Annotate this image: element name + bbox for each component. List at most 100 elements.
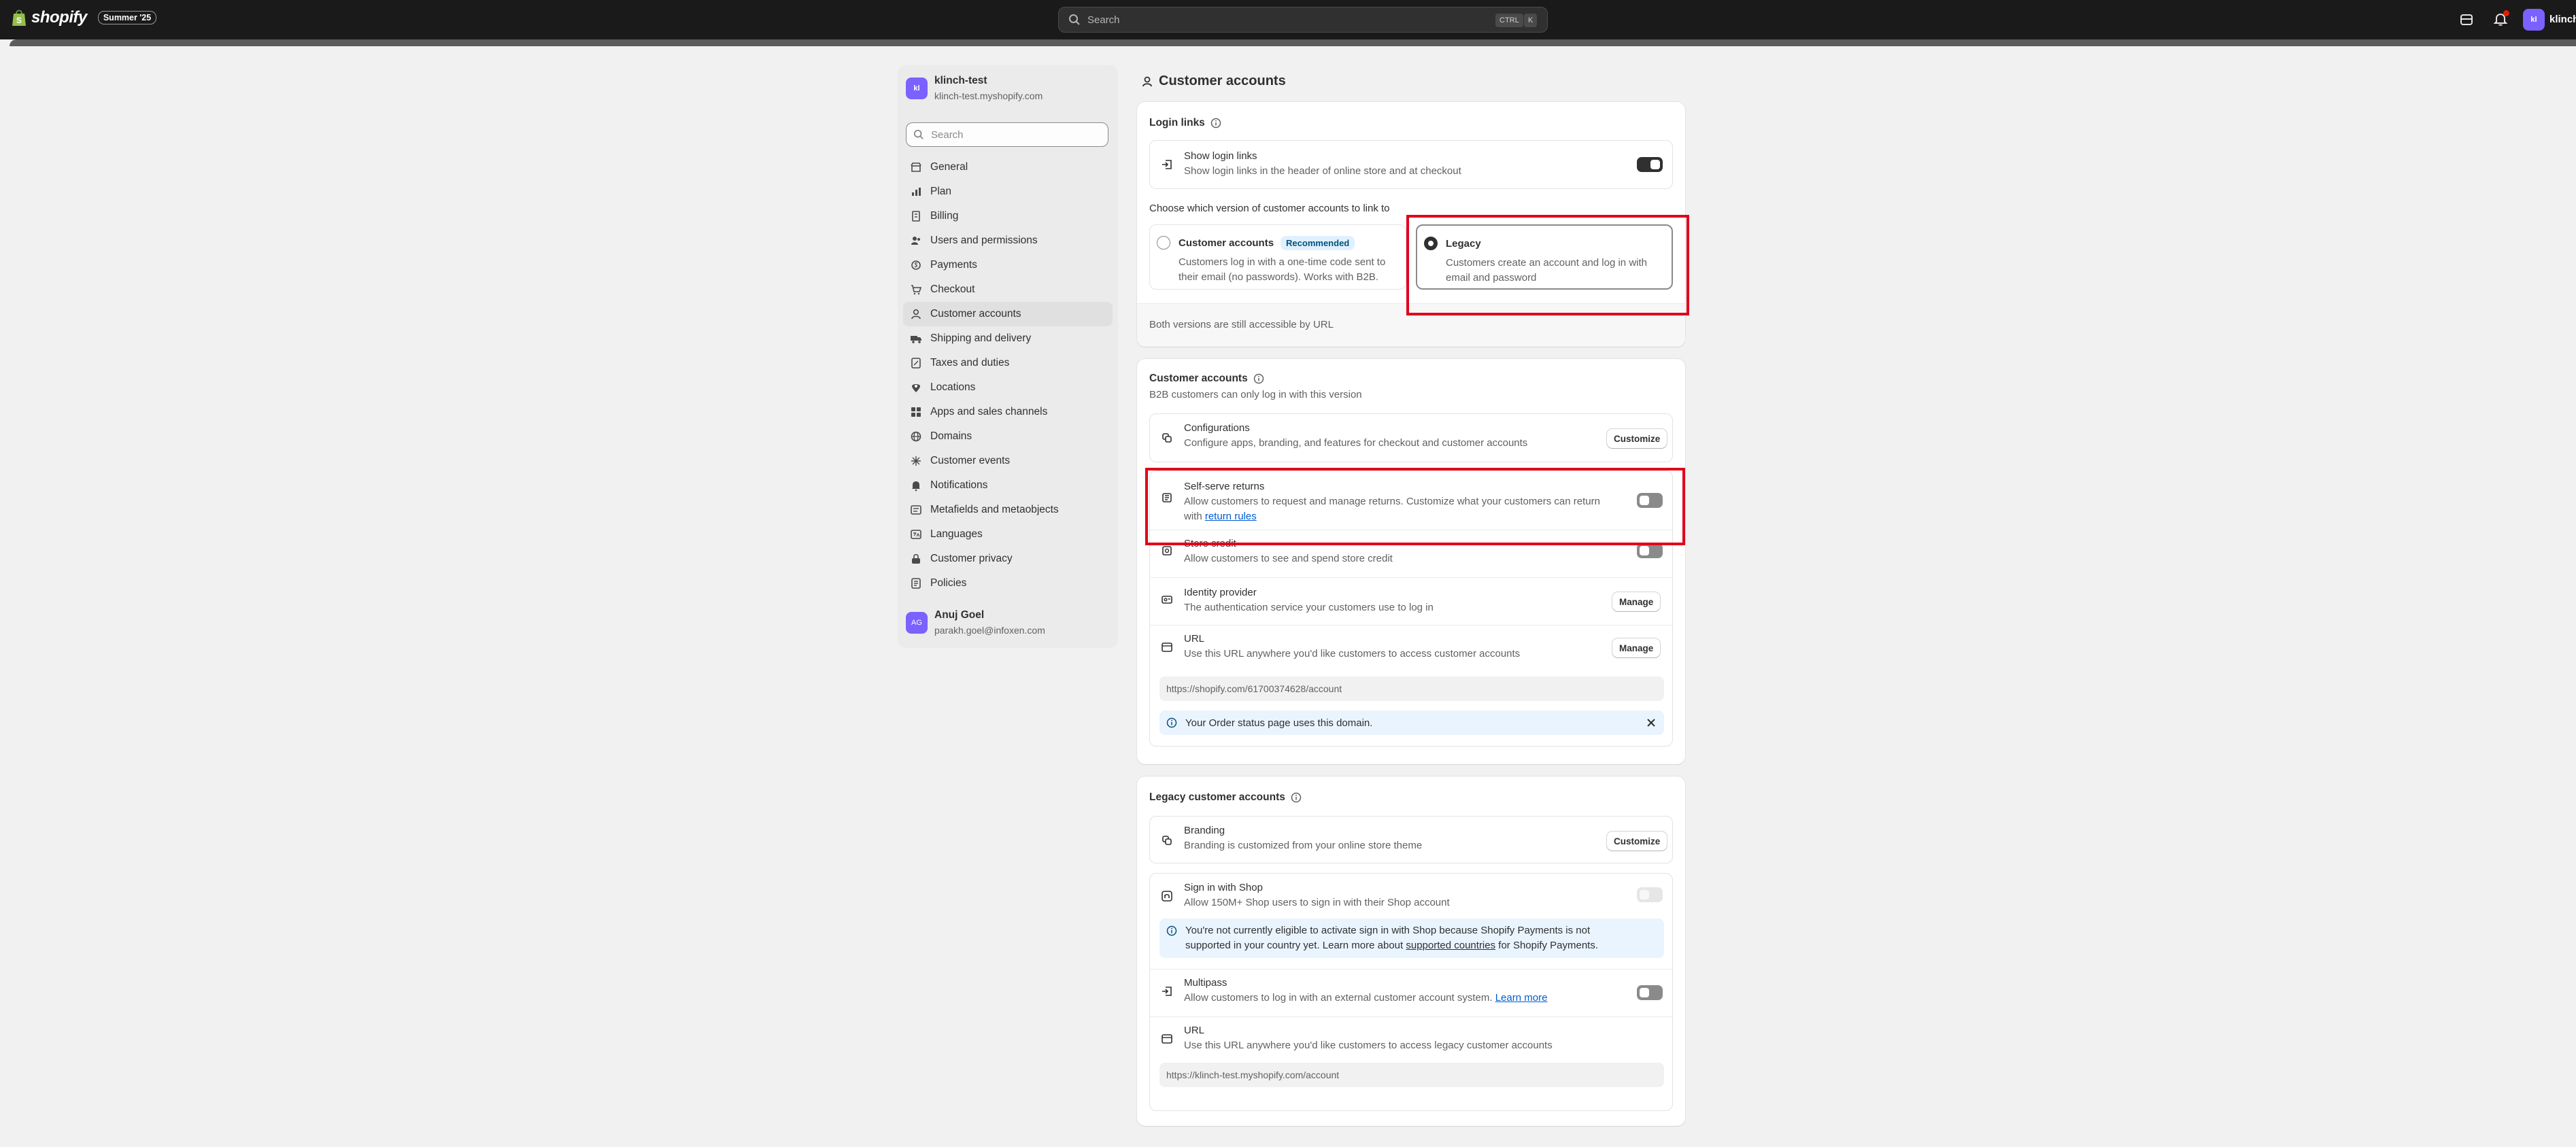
multipass-toggle[interactable] [1637,985,1663,1000]
url-desc: Use this URL anywhere you'd like custome… [1184,648,1521,660]
policy-icon [911,578,921,589]
account-url-field[interactable]: https://shopify.com/61700374628/account [1159,677,1664,701]
sidebar-item-label: Domains [930,430,972,442]
sidebar-item-customer-events[interactable]: Customer events [903,449,1113,473]
configurations-desc: Configure apps, branding, and features f… [1184,437,1528,449]
supported-countries-link[interactable]: supported countries [1406,940,1495,951]
edition-badge[interactable]: Summer '25 [97,11,157,24]
sidebar-item-label: General [930,161,968,173]
multipass-row: Multipass Allow customers to log in with… [1150,969,1674,1016]
location-icon [912,384,920,392]
search-icon [913,129,923,139]
sidebar-item-label: Plan [930,186,952,197]
store-avatar[interactable]: kl [2523,9,2545,31]
login-icon [1162,987,1172,996]
sidebar-item-label: Customer accounts [930,308,1021,320]
sidebar-item-customer-accounts[interactable]: Customer accounts [903,302,1113,326]
idp-title: Identity provider [1184,587,1257,598]
sidebar-item-label: Customer events [930,455,1011,466]
learn-more-link[interactable]: Learn more [1495,992,1548,1004]
customize-branding-button[interactable]: Customize [1607,832,1667,851]
user-avatar: AG [906,611,928,634]
sidebar-item-general[interactable]: General [903,155,1113,179]
sidebar-item-payments[interactable]: Payments [903,253,1113,277]
settings-search-input[interactable]: Search [906,122,1108,147]
globe-icon [911,431,921,442]
sidebar-item-taxes-and-duties[interactable]: Taxes and duties [903,351,1113,375]
page-title-text: Customer accounts [1159,73,1286,88]
tax-icon [911,358,921,369]
global-search-input[interactable]: Search CTRL K [1058,7,1548,33]
info-icon[interactable] [1253,373,1264,384]
manage-idp-button[interactable]: Manage [1612,592,1661,611]
option-new-desc-1: Customers log in with a one-time code se… [1179,256,1386,268]
customer-accounts-radio[interactable] [1157,236,1170,250]
user-profile[interactable]: AG Anuj Goel parakh.goel@infoxen.com [906,609,1045,636]
shopify-bag-icon: S [12,10,26,26]
close-icon[interactable] [1646,718,1656,727]
store-name[interactable]: klinch [2549,14,2576,25]
storefront-icon[interactable] [2459,12,2474,27]
legacy-url-desc: Use this URL anywhere you'd like custome… [1184,1040,1553,1051]
highlight-self-serve-returns [1145,468,1685,545]
customer-accounts-heading: Customer accounts [1149,373,1264,385]
option-new-title: Customer accounts [1179,237,1274,249]
show-login-links-row: Show login links Show login links in the… [1149,140,1673,189]
sidebar-item-customer-privacy[interactable]: Customer privacy [903,547,1113,571]
user-email: parakh.goel@infoxen.com [934,625,1045,636]
info-icon[interactable] [1210,118,1221,129]
sidebar-item-notifications[interactable]: Notifications [903,473,1113,498]
info-icon[interactable] [1291,792,1302,803]
credit-desc: Allow customers to see and spend store c… [1184,553,1393,564]
legacy-heading: Legacy customer accounts [1149,791,1302,804]
legacy-accounts-card: Legacy customer accounts Branding Brandi… [1137,776,1685,1126]
option-new-desc-2: their email (no passwords). Works with B… [1179,271,1378,283]
store-credit-toggle[interactable] [1637,543,1663,558]
option-customer-accounts[interactable]: Customer accounts Recommended Customers l… [1149,224,1406,290]
info-icon [1166,925,1177,936]
sign-in-with-shop-toggle[interactable] [1637,887,1663,902]
shop-banner-suffix: for Shopify Payments. [1495,940,1599,951]
search-placeholder: Search [1087,14,1120,26]
legacy-url-field[interactable]: https://klinch-test.myshopify.com/accoun… [1159,1063,1664,1087]
window-icon [1162,1034,1172,1044]
shop-icon [1162,891,1172,902]
sidebar-item-billing[interactable]: Billing [903,204,1113,228]
option-new-heading: Customer accounts Recommended [1179,236,1355,250]
sidebar-item-shipping-and-delivery[interactable]: Shipping and delivery [903,326,1113,351]
order-status-banner: Your Order status page uses this domain. [1159,711,1664,735]
events-icon [911,456,921,466]
sidebar-item-label: Metafields and metaobjects [930,504,1059,515]
choose-version-text: Choose which version of customer account… [1149,203,1390,214]
sidebar-item-checkout[interactable]: Checkout [903,277,1113,302]
manage-url-button[interactable]: Manage [1612,638,1661,657]
settings-sidebar: kl klinch-test klinch-test.myshopify.com… [898,65,1118,648]
user-name: Anuj Goel [934,609,985,621]
language-icon [911,530,921,539]
sidebar-item-languages[interactable]: Languages [903,522,1113,547]
sidebar-item-locations[interactable]: Locations [903,375,1113,400]
customer-accounts-title: Customer accounts [1149,373,1248,384]
metafields-icon [911,505,921,515]
store-title: klinch-test [934,75,987,86]
sidebar-item-metafields-and-metaobjects[interactable]: Metafields and metaobjects [903,498,1113,522]
sidebar-item-plan[interactable]: Plan [903,179,1113,204]
shopify-logo[interactable]: S shopify Summer '25 [11,8,157,27]
legacy-title: Legacy customer accounts [1149,791,1285,803]
customize-button[interactable]: Customize [1607,429,1667,448]
store-switcher[interactable]: kl klinch-test klinch-test.myshopify.com [906,75,1043,101]
sidebar-item-domains[interactable]: Domains [903,424,1113,449]
highlight-legacy-option [1406,215,1689,315]
show-login-links-toggle[interactable] [1637,157,1663,172]
person-icon [1142,76,1152,86]
login-links-heading: Login links [1149,117,1221,129]
receipt-icon [912,211,920,222]
credit-icon [1162,546,1172,555]
shop-title: Sign in with Shop [1184,882,1263,893]
customer-accounts-card: Customer accounts B2B customers can only… [1137,359,1685,764]
sidebar-item-apps-and-sales-channels[interactable]: Apps and sales channels [903,400,1113,424]
sidebar-item-policies[interactable]: Policies [903,571,1113,596]
sidebar-item-users-and-permissions[interactable]: Users and permissions [903,228,1113,253]
truck-icon [911,336,921,343]
login-links-title: Login links [1149,117,1205,129]
